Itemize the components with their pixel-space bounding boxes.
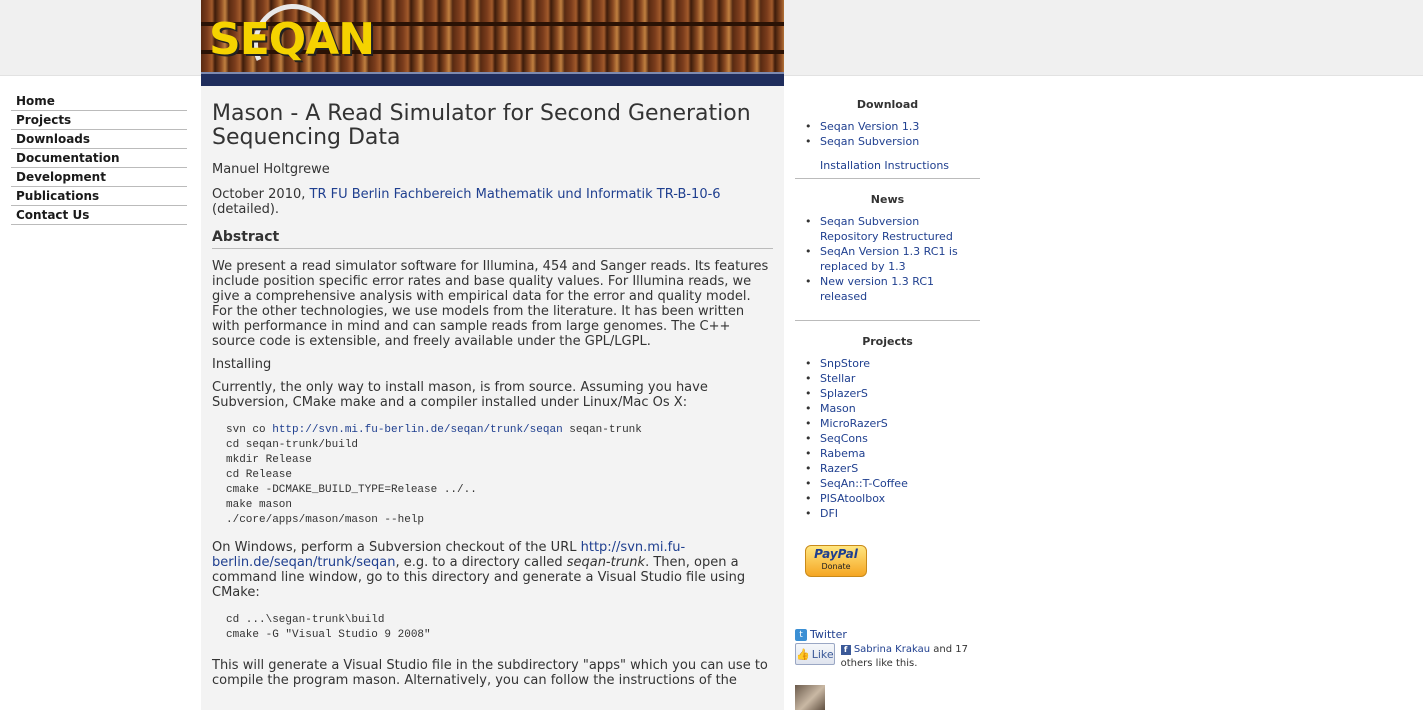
seqan-logo[interactable]: SEQAN bbox=[209, 14, 375, 65]
news-link[interactable]: Seqan Subversion Repository Restructured bbox=[820, 215, 953, 243]
facebook-user-link[interactable]: Sabrina Krakau bbox=[854, 644, 930, 655]
list-item: Rabema bbox=[795, 446, 980, 461]
download-heading: Download bbox=[856, 98, 919, 111]
date-prefix: October 2010, bbox=[212, 187, 310, 202]
news-link[interactable]: New version 1.3 RC1 released bbox=[820, 275, 934, 303]
social-widgets: t Twitter 👍 Like f Sabrina Krakau and 17… bbox=[795, 628, 985, 710]
projects-list: SnpStore Stellar SplazerS Mason MicroRaz… bbox=[795, 356, 980, 521]
paypal-donate-button[interactable]: PayPal Donate bbox=[805, 545, 867, 577]
list-item: Mason bbox=[795, 401, 980, 416]
author: Manuel Holtgrewe bbox=[212, 162, 330, 177]
news-list: Seqan Subversion Repository Restructured… bbox=[795, 214, 980, 304]
twitter-row: t Twitter bbox=[795, 628, 985, 641]
win-prefix: On Windows, perform a Subversion checkou… bbox=[212, 540, 581, 555]
like-label: Like bbox=[811, 647, 834, 661]
facebook-like-row: 👍 Like f Sabrina Krakau and 17 others li… bbox=[795, 643, 985, 671]
install-instructions-link[interactable]: Installation Instructions bbox=[820, 159, 949, 172]
divider bbox=[795, 320, 980, 321]
tech-report-link[interactable]: TR FU Berlin Fachbereich Mathematik und … bbox=[310, 187, 721, 202]
project-link[interactable]: SnpStore bbox=[820, 357, 870, 370]
twitter-icon: t bbox=[795, 628, 807, 641]
nav-item-publications[interactable]: Publications bbox=[11, 187, 187, 206]
right-sidebar: Download Seqan Version 1.3 Seqan Subvers… bbox=[795, 98, 980, 577]
paypal-donate-label: Donate bbox=[821, 562, 851, 571]
list-item: Seqan Subversion bbox=[795, 134, 980, 149]
nav-item-home[interactable]: Home bbox=[11, 92, 187, 111]
code-lines: cd seqan-trunk/build mkdir Release cd Re… bbox=[226, 439, 477, 526]
project-link[interactable]: Stellar bbox=[820, 372, 855, 385]
list-item: PISAtoolbox bbox=[795, 491, 980, 506]
install-instructions-row: Installation Instructions bbox=[795, 159, 980, 172]
abstract-heading: Abstract bbox=[212, 229, 773, 249]
list-item: SplazerS bbox=[795, 386, 980, 401]
list-item: New version 1.3 RC1 released bbox=[795, 274, 980, 304]
list-item: MicroRazerS bbox=[795, 416, 980, 431]
projects-heading: Projects bbox=[862, 335, 913, 348]
win-mid: , e.g. to a directory called bbox=[395, 555, 567, 570]
project-link[interactable]: SeqAn::T-Coffee bbox=[820, 477, 908, 490]
abstract-text: We present a read simulator software for… bbox=[212, 259, 769, 349]
project-link[interactable]: DFI bbox=[820, 507, 838, 520]
main-content: Mason - A Read Simulator for Second Gene… bbox=[201, 86, 784, 710]
page-title: Mason - A Read Simulator for Second Gene… bbox=[212, 101, 751, 150]
list-item: SeqAn Version 1.3 RC1 is replaced by 1.3 bbox=[795, 244, 980, 274]
win-dir-name: seqan-trunk bbox=[566, 555, 646, 570]
nav-item-projects[interactable]: Projects bbox=[11, 111, 187, 130]
left-navigation: Home Projects Downloads Documentation De… bbox=[11, 92, 187, 225]
divider bbox=[795, 178, 980, 179]
list-item: SeqAn::T-Coffee bbox=[795, 476, 980, 491]
list-item: SeqCons bbox=[795, 431, 980, 446]
list-item: DFI bbox=[795, 506, 980, 521]
nav-item-documentation[interactable]: Documentation bbox=[11, 149, 187, 168]
twitter-link[interactable]: Twitter bbox=[810, 628, 847, 641]
code-suffix: seqan-trunk bbox=[562, 424, 642, 436]
download-link-subversion[interactable]: Seqan Subversion bbox=[820, 135, 919, 148]
project-link[interactable]: RazerS bbox=[820, 462, 858, 475]
date-suffix: (detailed). bbox=[212, 202, 280, 217]
list-item: Seqan Version 1.3 bbox=[795, 119, 980, 134]
installing-heading: Installing bbox=[212, 357, 272, 372]
facebook-like-text: f Sabrina Krakau and 17 others like this… bbox=[840, 643, 985, 671]
nav-item-development[interactable]: Development bbox=[11, 168, 187, 187]
nav-item-downloads[interactable]: Downloads bbox=[11, 130, 187, 149]
facebook-like-button[interactable]: 👍 Like bbox=[795, 643, 835, 665]
download-link-seqan-1-3[interactable]: Seqan Version 1.3 bbox=[820, 120, 919, 133]
news-link[interactable]: SeqAn Version 1.3 RC1 is replaced by 1.3 bbox=[820, 245, 958, 273]
project-link[interactable]: SeqCons bbox=[820, 432, 868, 445]
final-text: This will generate a Visual Studio file … bbox=[212, 658, 768, 688]
banner-bottom-bar bbox=[201, 74, 784, 86]
thumbs-up-icon: 👍 bbox=[796, 647, 810, 661]
project-link[interactable]: Rabema bbox=[820, 447, 865, 460]
list-item: Stellar bbox=[795, 371, 980, 386]
install-code-block: svn co http://svn.mi.fu-berlin.de/seqan/… bbox=[226, 423, 773, 528]
install-text: Currently, the only way to install mason… bbox=[212, 380, 708, 410]
windows-text: On Windows, perform a Subversion checkou… bbox=[212, 540, 773, 600]
project-link[interactable]: MicroRazerS bbox=[820, 417, 888, 430]
header-banner[interactable]: SEQAN bbox=[201, 0, 784, 86]
project-link[interactable]: SplazerS bbox=[820, 387, 868, 400]
facebook-icon: f bbox=[840, 645, 851, 655]
publication-info: October 2010, TR FU Berlin Fachbereich M… bbox=[212, 187, 773, 217]
project-link[interactable]: PISAtoolbox bbox=[820, 492, 885, 505]
project-link[interactable]: Mason bbox=[820, 402, 856, 415]
nav-item-contact-us[interactable]: Contact Us bbox=[11, 206, 187, 225]
news-heading: News bbox=[870, 193, 905, 206]
svn-url-link[interactable]: http://svn.mi.fu-berlin.de/seqan/trunk/s… bbox=[272, 424, 562, 436]
list-item: Seqan Subversion Repository Restructured bbox=[795, 214, 980, 244]
windows-code-block: cd ...\segan-trunk\build cmake -G "Visua… bbox=[226, 614, 431, 641]
code-prefix: svn co bbox=[226, 424, 273, 436]
download-list: Seqan Version 1.3 Seqan Subversion bbox=[795, 119, 980, 149]
list-item: SnpStore bbox=[795, 356, 980, 371]
avatar[interactable] bbox=[795, 685, 825, 710]
paypal-brand: PayPal bbox=[814, 547, 858, 561]
list-item: RazerS bbox=[795, 461, 980, 476]
